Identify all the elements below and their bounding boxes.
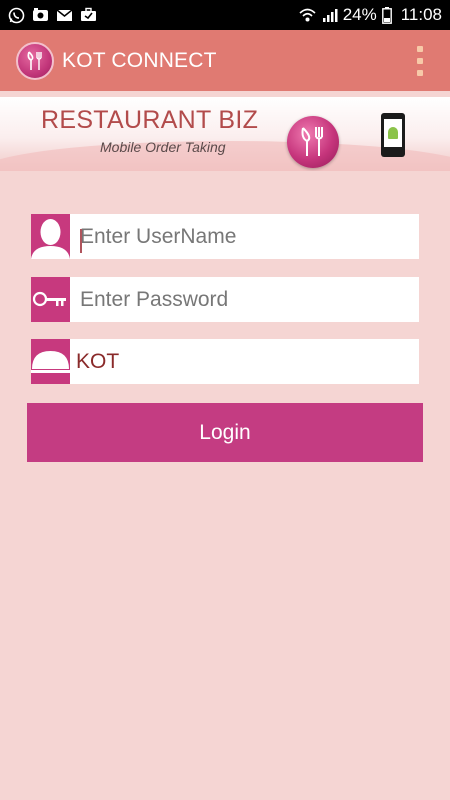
status-bar: 24% 11:08 bbox=[0, 0, 450, 30]
restaurant-logo-icon bbox=[16, 41, 54, 80]
mail-icon bbox=[56, 7, 73, 23]
battery-percent: 24% bbox=[342, 5, 377, 24]
user-icon bbox=[31, 214, 70, 259]
app-title: KOT CONNECT bbox=[62, 48, 217, 72]
banner-subtitle: Mobile Order Taking bbox=[100, 139, 226, 155]
cloche-icon bbox=[31, 339, 70, 384]
clock: 11:08 bbox=[400, 5, 442, 24]
password-input[interactable] bbox=[70, 277, 419, 322]
overflow-menu-icon[interactable] bbox=[416, 46, 424, 76]
kot-field[interactable]: KOT bbox=[31, 339, 419, 384]
username-field bbox=[31, 214, 419, 259]
banner-logo-icon bbox=[287, 116, 339, 168]
login-button[interactable]: Login bbox=[27, 403, 423, 462]
wifi-icon bbox=[299, 7, 316, 23]
password-field bbox=[31, 277, 419, 322]
signal-icon bbox=[321, 7, 338, 23]
banner-title: RESTAURANT BIZ bbox=[41, 106, 259, 134]
text-cursor bbox=[80, 229, 82, 253]
notification-icons bbox=[8, 7, 97, 24]
android-phone-icon bbox=[381, 113, 405, 157]
kot-value[interactable]: KOT bbox=[70, 339, 419, 384]
battery-icon bbox=[381, 7, 392, 24]
app-bar: KOT CONNECT bbox=[0, 30, 450, 91]
whatsapp-icon bbox=[8, 7, 25, 24]
system-status: 24% 11:08 bbox=[299, 5, 442, 25]
key-icon bbox=[31, 277, 70, 322]
briefcase-icon bbox=[80, 7, 97, 23]
restaurant-banner: RESTAURANT BIZ Mobile Order Taking bbox=[0, 97, 450, 171]
camera-icon bbox=[32, 7, 49, 23]
username-input[interactable] bbox=[70, 214, 419, 259]
